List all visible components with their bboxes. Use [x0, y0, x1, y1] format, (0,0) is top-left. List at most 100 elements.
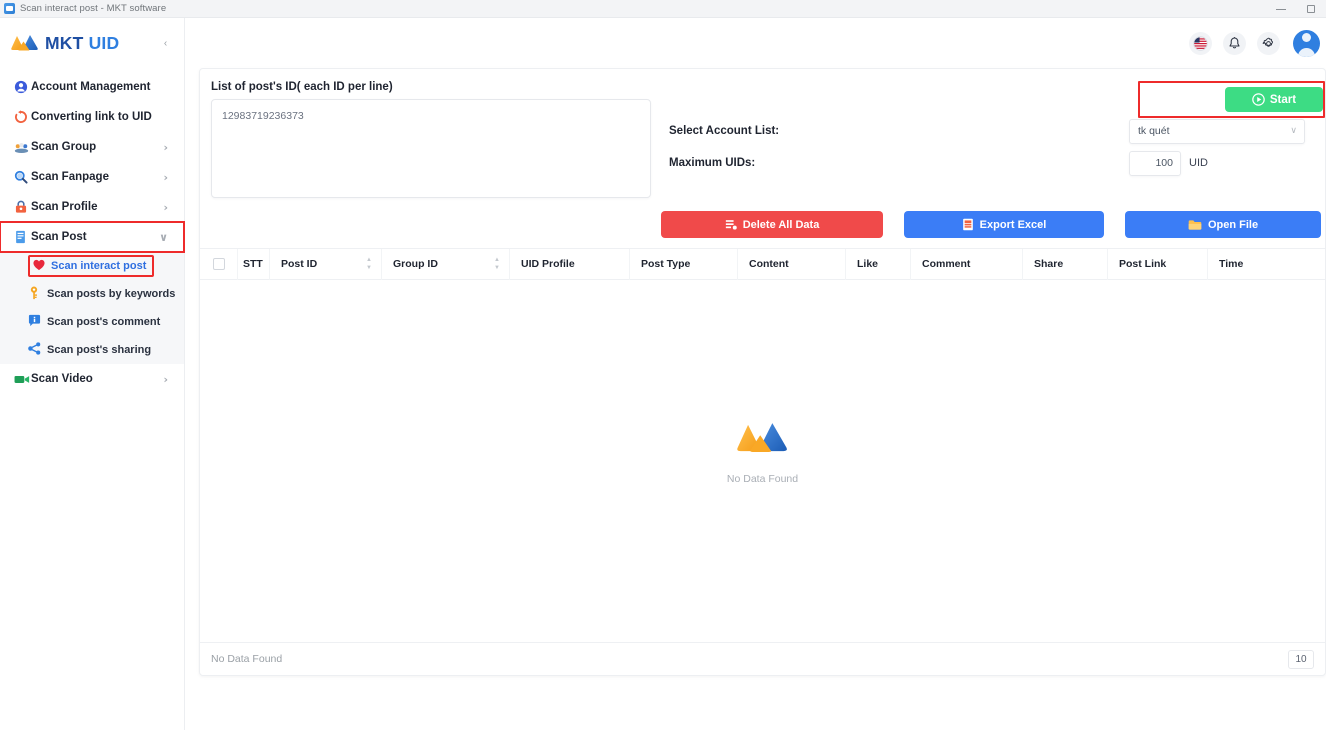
settings-button[interactable]: [1257, 31, 1280, 55]
post-ids-input[interactable]: [211, 99, 651, 198]
key-icon: [28, 286, 47, 303]
start-button[interactable]: Start: [1225, 87, 1323, 112]
start-button-highlight: Start: [1138, 81, 1325, 118]
mkt-logo-icon: [736, 423, 787, 452]
play-circle-icon: [1252, 93, 1265, 106]
sidebar-item-label: Scan Video: [31, 373, 93, 385]
chevron-down-icon: ∨: [1290, 126, 1297, 136]
share-icon: [28, 342, 47, 358]
column-content[interactable]: Content: [738, 248, 846, 280]
open-file-button[interactable]: Open File: [1125, 211, 1321, 238]
sidebar-item-label: Scan post's comment: [47, 316, 161, 328]
brand-uid: UID: [88, 32, 120, 53]
sidebar-item-account-management[interactable]: Account Management: [0, 72, 184, 102]
column-share[interactable]: Share: [1023, 248, 1108, 280]
sidebar-item-label: Scan Profile: [31, 201, 98, 213]
scan-interact-post-highlight: Scan interact post: [28, 255, 155, 277]
sidebar-submenu-scan-post: Scan interact post Scan posts by keyword…: [0, 252, 184, 364]
notifications-button[interactable]: [1223, 31, 1246, 55]
sidebar-item-scan-post[interactable]: Scan Post ∨: [0, 221, 185, 253]
start-label: Start: [1269, 93, 1297, 106]
max-uids-label: Maximum UIDs:: [669, 157, 756, 169]
select-all-cell: [200, 248, 238, 280]
topbar: [185, 18, 1326, 68]
chevron-right-icon: ›: [163, 140, 168, 154]
sidebar-item-label: Account Management: [31, 81, 151, 93]
post-ids-column: List of post's ID( each ID per line): [211, 81, 661, 203]
column-post-link[interactable]: Post Link: [1108, 248, 1208, 280]
maximize-button[interactable]: [1296, 0, 1326, 18]
sidebar-item-scan-posts-by-keywords[interactable]: Scan posts by keywords: [0, 280, 184, 308]
sidebar-item-scan-fanpage[interactable]: Scan Fanpage ›: [0, 162, 184, 192]
sidebar-item-label: Scan post's sharing: [47, 344, 152, 356]
comment-info-icon: [28, 314, 47, 330]
column-uid-profile[interactable]: UID Profile: [510, 248, 630, 280]
export-excel-label: Export Excel: [979, 218, 1047, 231]
gear-icon: [1262, 37, 1273, 47]
delete-all-data-button[interactable]: Delete All Data: [661, 211, 883, 238]
column-stt[interactable]: STT: [238, 248, 270, 280]
mkt-logo-icon: [11, 35, 38, 51]
sidebar-item-converting-link-to-uid[interactable]: Converting link to UID: [0, 102, 184, 132]
account-select[interactable]: tk quét ∨: [1129, 118, 1305, 144]
sidebar-item-label: Scan Fanpage: [31, 171, 109, 183]
brand-name: MKT UID: [45, 33, 119, 54]
video-camera-icon: [14, 374, 31, 385]
sidebar-item-scan-posts-comment[interactable]: Scan post's comment: [0, 308, 184, 336]
window-controls: [1266, 0, 1326, 18]
form-row: List of post's ID( each ID per line) Sta…: [200, 81, 1325, 203]
sidebar-item-scan-interact-post[interactable]: Scan interact post: [0, 252, 184, 280]
avatar[interactable]: [1293, 29, 1320, 57]
start-row: Start: [669, 81, 1325, 118]
page-size-selector[interactable]: 10: [1288, 649, 1314, 669]
bell-icon: [1229, 36, 1240, 48]
excel-file-icon: [962, 218, 973, 231]
brand-mkt: MKT: [45, 32, 84, 53]
account-row: Select Account List: tk quét ∨: [669, 115, 1325, 147]
column-like[interactable]: Like: [846, 248, 911, 280]
sidebar-nav: Account Management Converting link to UI…: [0, 68, 185, 394]
chevron-right-icon: ›: [163, 200, 168, 214]
sidebar-item-scan-posts-sharing[interactable]: Scan post's sharing: [0, 336, 184, 364]
brand: MKT UID ‹: [0, 18, 184, 68]
main-area: List of post's ID( each ID per line) Sta…: [185, 18, 1326, 730]
group-icon: [14, 141, 31, 154]
sidebar-item-scan-group[interactable]: Scan Group ›: [0, 132, 184, 162]
language-button[interactable]: [1189, 31, 1212, 55]
folder-icon: [1188, 219, 1202, 230]
empty-state: No Data Found: [727, 419, 798, 485]
max-uids-row: Maximum UIDs: 100 UID: [669, 147, 1325, 179]
sort-icon[interactable]: ▲ ▼: [366, 257, 372, 271]
sidebar-item-scan-profile[interactable]: Scan Profile ›: [0, 192, 184, 222]
post-ids-label: List of post's ID( each ID per line): [211, 81, 393, 93]
scan-post-card: List of post's ID( each ID per line) Sta…: [199, 68, 1326, 676]
sidebar-item-label: Scan interact post: [51, 260, 147, 272]
sidebar-item-label: Scan posts by keywords: [47, 288, 176, 300]
refresh-icon: [14, 110, 31, 124]
column-post-id[interactable]: Post ID ▲ ▼: [270, 248, 382, 280]
delete-all-data-label: Delete All Data: [742, 218, 820, 231]
magnifier-icon: [14, 170, 31, 184]
column-time[interactable]: Time: [1208, 249, 1288, 280]
sidebar-item-scan-video[interactable]: Scan Video ›: [0, 364, 184, 394]
chevron-right-icon: ›: [163, 372, 168, 386]
column-group-id[interactable]: Group ID ▲ ▼: [382, 248, 510, 280]
column-post-type[interactable]: Post Type: [630, 248, 738, 280]
heart-icon: [32, 258, 51, 274]
app-icon: [4, 3, 15, 14]
sidebar-item-label: Scan Group: [31, 141, 97, 153]
empty-state-text: No Data Found: [726, 473, 799, 485]
account-select-value: tk quét: [1138, 125, 1170, 137]
max-uids-input[interactable]: 100: [1129, 150, 1181, 176]
column-comment[interactable]: Comment: [911, 248, 1023, 280]
sidebar: MKT UID ‹ Account Management Converting …: [0, 18, 185, 730]
app-shell: MKT UID ‹ Account Management Converting …: [0, 18, 1326, 730]
sort-icon[interactable]: ▲ ▼: [494, 257, 500, 271]
select-all-checkbox[interactable]: [212, 258, 225, 270]
sidebar-collapse-button[interactable]: ‹: [159, 37, 172, 50]
us-flag-icon: [1193, 35, 1208, 51]
lock-icon: [14, 200, 31, 214]
minimize-button[interactable]: [1266, 0, 1296, 18]
sidebar-item-label: Scan Post: [31, 231, 87, 243]
export-excel-button[interactable]: Export Excel: [904, 211, 1104, 238]
